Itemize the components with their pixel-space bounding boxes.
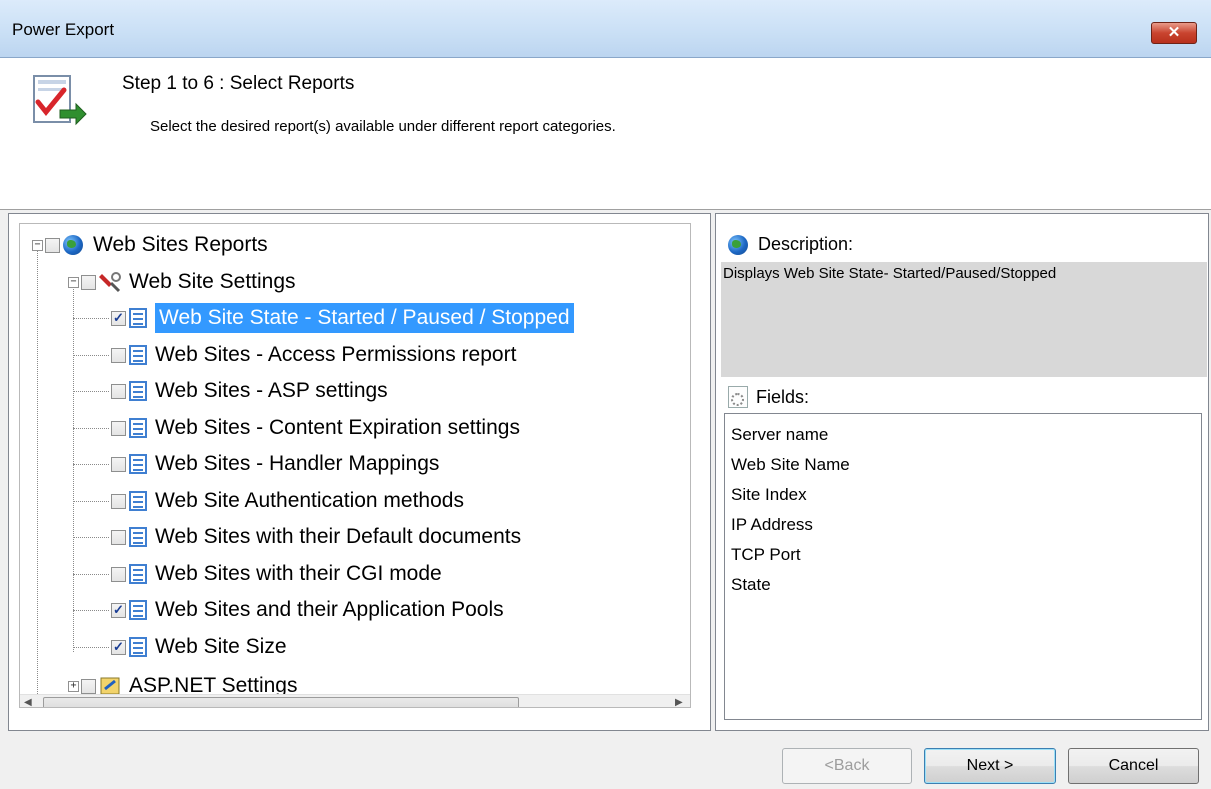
step-title: Step 1 to 6 : Select Reports bbox=[122, 73, 355, 94]
field-item: Web Site Name bbox=[731, 455, 850, 474]
tree-node-web-site-settings[interactable]: − Web Site Settings bbox=[68, 266, 296, 298]
fields-label: Fields: bbox=[756, 386, 810, 407]
report-document-icon bbox=[129, 600, 147, 620]
checkbox-checked[interactable]: ✓ bbox=[111, 310, 126, 326]
tree-item-report[interactable]: Web Sites - Access Permissions report bbox=[111, 339, 516, 371]
report-tree: − Web Sites Reports − Web Site Settings … bbox=[19, 223, 691, 708]
tree-item-report[interactable]: Web Sites with their Default documents bbox=[111, 521, 521, 553]
tree-item-label: Web Sites - Content Expiration settings bbox=[155, 416, 520, 439]
tree-node-label: Web Sites Reports bbox=[93, 233, 268, 256]
tree-node-label: Web Site Settings bbox=[129, 270, 296, 293]
fields-list: Server name Web Site Name Site Index IP … bbox=[724, 413, 1202, 720]
close-button[interactable]: ✕ bbox=[1151, 22, 1197, 44]
field-item: State bbox=[731, 575, 771, 594]
tree-item-label: Web Site State - Started / Paused / Stop… bbox=[155, 303, 574, 333]
settings-tools-icon bbox=[99, 272, 121, 293]
checkbox[interactable] bbox=[111, 383, 126, 399]
field-item: Site Index bbox=[731, 485, 807, 504]
checkbox[interactable] bbox=[111, 566, 126, 582]
report-document-icon bbox=[129, 381, 147, 401]
tree-item-report[interactable]: Web Sites - ASP settings bbox=[111, 375, 388, 407]
tree-item-label: Web Site Size bbox=[155, 635, 287, 658]
globe-icon bbox=[63, 235, 83, 255]
report-document-icon bbox=[129, 345, 147, 365]
field-item: IP Address bbox=[731, 515, 813, 534]
checkbox[interactable] bbox=[111, 456, 126, 472]
window-title: Power Export bbox=[12, 20, 115, 39]
fields-heading: Fields: bbox=[728, 386, 809, 408]
horizontal-scroll-thumb[interactable] bbox=[43, 697, 519, 707]
tree-item-label: Web Sites and their Application Pools bbox=[155, 598, 504, 621]
tree-item-report[interactable]: Web Site Authentication methods bbox=[111, 485, 464, 517]
globe-icon bbox=[728, 234, 748, 255]
tree-item-report[interactable]: ✓ Web Site State - Started / Paused / St… bbox=[111, 302, 574, 334]
checkbox[interactable] bbox=[111, 420, 126, 436]
tree-item-label: Web Sites - Handler Mappings bbox=[155, 452, 440, 475]
scroll-left-icon[interactable]: ◀ bbox=[24, 697, 32, 707]
collapse-toggle[interactable]: − bbox=[32, 239, 43, 251]
checkbox-checked[interactable]: ✓ bbox=[111, 639, 126, 655]
fields-settings-icon bbox=[728, 386, 748, 408]
checkbox[interactable] bbox=[45, 237, 60, 253]
report-document-icon bbox=[129, 491, 147, 511]
tree-item-report[interactable]: ✓ Web Sites and their Application Pools bbox=[111, 594, 504, 626]
field-item: TCP Port bbox=[731, 545, 801, 564]
description-text: Displays Web Site State- Started/Paused/… bbox=[721, 262, 1207, 377]
tree-item-label: Web Sites with their Default documents bbox=[155, 525, 522, 548]
tree-item-label: Web Sites - ASP settings bbox=[155, 379, 388, 402]
checkbox[interactable] bbox=[111, 529, 126, 545]
report-document-icon bbox=[129, 637, 147, 657]
checkbox-checked[interactable]: ✓ bbox=[111, 602, 126, 618]
tree-node-web-sites-reports[interactable]: − Web Sites Reports bbox=[32, 229, 268, 261]
report-document-icon bbox=[129, 308, 147, 328]
vertical-scrollbar[interactable]: ▲ ▼ bbox=[690, 224, 691, 693]
field-item: Server name bbox=[731, 425, 829, 444]
cancel-button[interactable]: Cancel bbox=[1068, 748, 1199, 784]
description-label: Description: bbox=[758, 234, 854, 254]
horizontal-scrollbar[interactable]: ◀ ▶ bbox=[20, 694, 690, 707]
wizard-header: Step 1 to 6 : Select Reports Select the … bbox=[0, 58, 1211, 210]
step-subtitle: Select the desired report(s) available u… bbox=[150, 118, 616, 135]
checkbox[interactable] bbox=[81, 678, 96, 694]
tree-item-label: Web Sites with their CGI mode bbox=[155, 562, 442, 585]
tree-item-report[interactable]: Web Sites with their CGI mode bbox=[111, 558, 442, 590]
report-document-icon bbox=[129, 418, 147, 438]
report-document-icon bbox=[129, 527, 147, 547]
tree-item-label: Web Sites - Access Permissions report bbox=[155, 343, 517, 366]
tree-item-report[interactable]: Web Sites - Handler Mappings bbox=[111, 448, 439, 480]
checkbox[interactable] bbox=[111, 347, 126, 363]
report-details-panel: Description: Displays Web Site State- St… bbox=[715, 213, 1209, 731]
report-tree-panel: − Web Sites Reports − Web Site Settings … bbox=[8, 213, 711, 731]
tree-item-label: Web Site Authentication methods bbox=[155, 489, 464, 512]
tree-item-report[interactable]: ✓ Web Site Size bbox=[111, 631, 287, 663]
scroll-right-icon[interactable]: ▶ bbox=[675, 697, 683, 707]
checkbox[interactable] bbox=[81, 274, 96, 290]
next-button[interactable]: Next > bbox=[924, 748, 1056, 784]
report-document-icon bbox=[129, 564, 147, 584]
checkbox[interactable] bbox=[111, 493, 126, 509]
back-button[interactable]: <Back bbox=[782, 748, 912, 784]
report-check-icon bbox=[33, 75, 87, 126]
title-bar: Power Export ✕ bbox=[0, 0, 1211, 58]
expand-toggle[interactable]: + bbox=[68, 680, 79, 692]
collapse-toggle[interactable]: − bbox=[68, 276, 79, 288]
report-document-icon bbox=[129, 454, 147, 474]
description-heading: Description: bbox=[728, 234, 853, 255]
tree-item-report[interactable]: Web Sites - Content Expiration settings bbox=[111, 412, 520, 444]
